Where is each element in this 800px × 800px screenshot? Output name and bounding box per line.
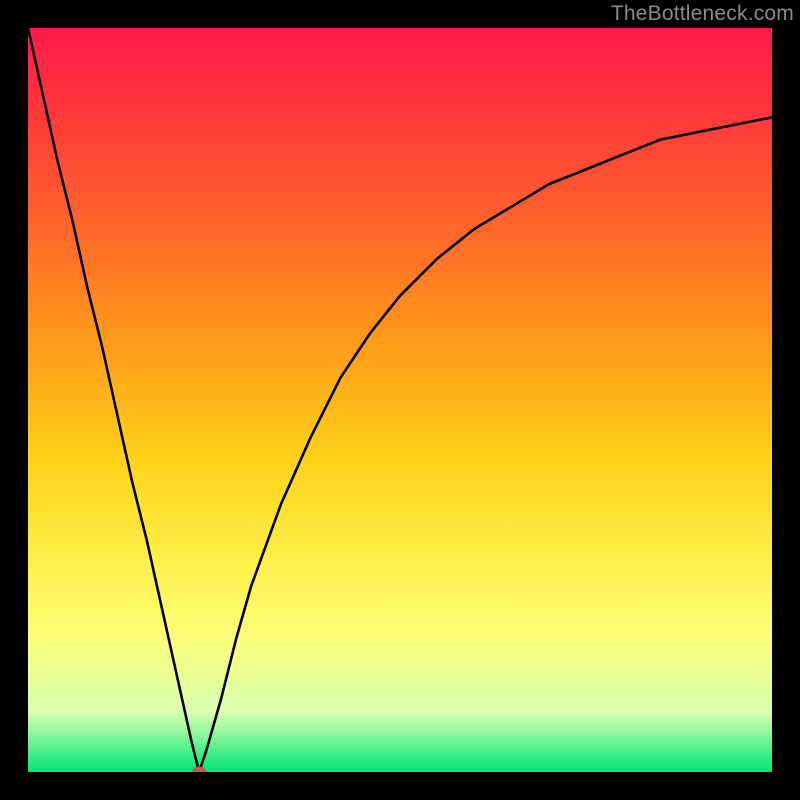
chart-frame: TheBottleneck.com: [0, 0, 800, 800]
optimum-marker: [192, 767, 206, 773]
plot-area: [28, 28, 772, 772]
watermark-text: TheBottleneck.com: [611, 2, 794, 26]
bottleneck-curve: [28, 28, 772, 772]
